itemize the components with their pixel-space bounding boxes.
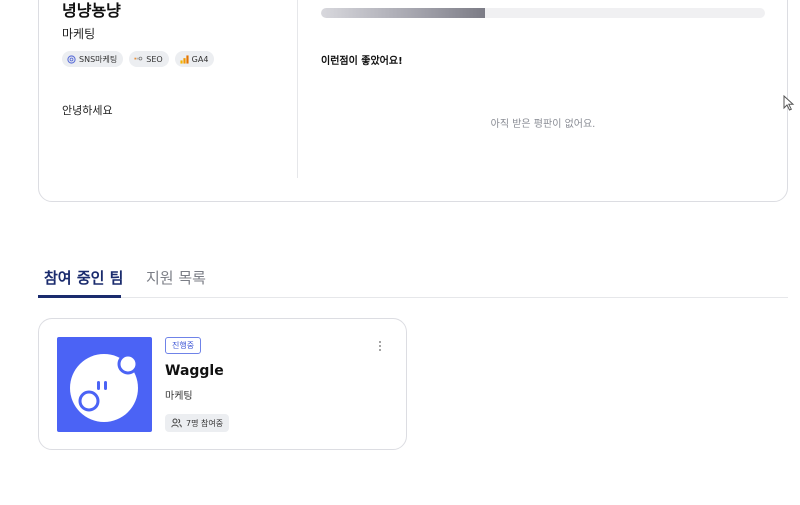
- skill-tag-label: SEO: [146, 54, 163, 64]
- active-tab-indicator: [38, 295, 121, 298]
- team-card[interactable]: 진행중 Waggle 마케팅 7명 참여중: [38, 318, 407, 450]
- status-badge: 진행중: [165, 337, 202, 354]
- review-empty-message: 아직 받은 평판이 없어요.: [490, 119, 596, 130]
- users-icon: [171, 418, 182, 428]
- member-count-label: 7명 참여중: [186, 418, 224, 428]
- team-name: Waggle: [165, 363, 224, 379]
- skill-tag-label: GA4: [191, 54, 209, 64]
- profile-info: 녕냥뇽냥 마케팅 SNS마케팅 SEO GA4 안녕하세요: [39, 0, 297, 178]
- review-section-title: 이런점이 좋았어요!: [321, 56, 403, 67]
- instagram-icon: [67, 54, 76, 64]
- reputation-progress-fill: [321, 8, 486, 18]
- skill-tag: SEO: [129, 51, 169, 67]
- user-name: 녕냥뇽냥: [62, 1, 121, 20]
- skill-tag-label: SNS마케팅: [79, 54, 118, 64]
- profile-card: 녕냥뇽냥 마케팅 SNS마케팅 SEO GA4 안녕하세요 이런점이 좋았어요!…: [38, 0, 788, 202]
- skill-tag: SNS마케팅: [62, 51, 124, 67]
- skill-tags: SNS마케팅 SEO GA4: [62, 51, 215, 67]
- reputation-progress-bar: [321, 8, 765, 18]
- tab-bar: 참여 중인 팀 지원 목록: [38, 262, 788, 298]
- skill-tag: GA4: [174, 51, 215, 67]
- profile-greeting: 안녕하세요: [62, 104, 113, 117]
- column-divider: [297, 0, 298, 178]
- tab-joined-teams[interactable]: 참여 중인 팀: [44, 267, 123, 288]
- mouse-cursor-icon: [783, 95, 795, 111]
- tab-applications[interactable]: 지원 목록: [146, 267, 206, 288]
- waggle-logo-icon: [70, 353, 139, 422]
- more-options-icon[interactable]: [375, 339, 385, 355]
- analytics-icon: [180, 54, 189, 64]
- user-role: 마케팅: [62, 27, 96, 41]
- team-logo: [57, 337, 152, 432]
- team-category: 마케팅: [165, 391, 193, 402]
- seo-icon: [134, 56, 143, 60]
- member-count-chip: 7명 참여중: [165, 414, 230, 432]
